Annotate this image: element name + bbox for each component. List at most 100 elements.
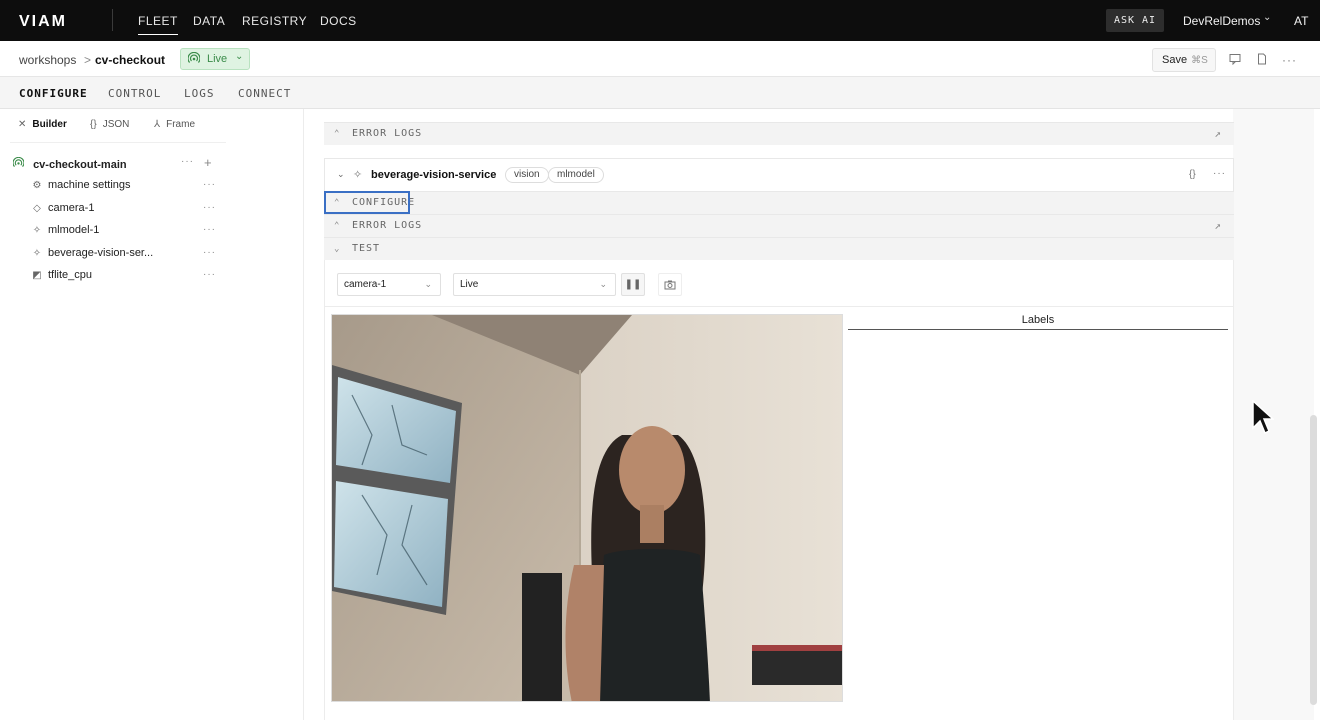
org-switcher[interactable]: DevRelDemos xyxy=(1183,14,1260,28)
config-panel: ⌃ ERROR LOGS ↗ ⌄ ✧ beverage-vision-servi… xyxy=(304,109,1320,720)
add-icon[interactable]: + xyxy=(204,155,212,170)
external-link-icon[interactable]: ↗ xyxy=(1214,215,1222,237)
section-label: ERROR LOGS xyxy=(352,220,423,231)
more-options-icon[interactable]: ··· xyxy=(1282,53,1296,67)
camera-frame-image xyxy=(332,315,842,701)
more-options-icon[interactable]: ··· xyxy=(203,224,216,235)
sparkle-icon: ✧ xyxy=(32,225,42,236)
camera-stream xyxy=(331,314,843,702)
section-configure-row[interactable]: ⌃ xyxy=(324,191,1234,214)
tree-item-label: camera-1 xyxy=(48,202,95,214)
top-navigation-bar: VIAM FLEET DATA REGISTRY DOCS ASK AI Dev… xyxy=(0,0,1320,41)
more-options-icon[interactable]: ··· xyxy=(181,156,194,167)
tree-item-label: beverage-vision-ser... xyxy=(48,247,154,259)
section-configure[interactable]: ⌃ CONFIGURE xyxy=(324,191,414,214)
mode-json-label: JSON xyxy=(102,119,130,130)
section-error-logs[interactable]: ⌃ ERROR LOGS ↗ xyxy=(324,214,1234,237)
more-options-icon[interactable]: ··· xyxy=(203,202,216,213)
labels-header: Labels xyxy=(848,314,1228,330)
mode-json[interactable]: {} JSON xyxy=(90,119,129,130)
status-label: Live xyxy=(207,53,228,65)
refresh-mode-value: Live xyxy=(460,279,479,290)
braces-icon: {} xyxy=(90,119,97,130)
mode-builder[interactable]: ✕ Builder xyxy=(18,119,67,130)
tree-root-machine[interactable]: cv-checkout-main xyxy=(12,156,127,171)
camera-select-value: camera-1 xyxy=(344,279,387,290)
mode-builder-label: Builder xyxy=(32,119,67,130)
nav-registry[interactable]: REGISTRY xyxy=(242,14,307,28)
nav-divider xyxy=(112,9,113,31)
collapse-icon: ⌄ xyxy=(334,244,341,254)
more-options-icon[interactable]: ··· xyxy=(203,179,216,190)
tree-item-mlmodel[interactable]: ✧ mlmodel-1 xyxy=(31,224,100,236)
status-badge[interactable]: Live ⌄ xyxy=(180,48,250,70)
sparkle-icon: ✧ xyxy=(353,169,363,181)
service-card-header[interactable]: ⌄ ✧ beverage-vision-service vision mlmod… xyxy=(324,158,1234,191)
ask-ai-button[interactable]: ASK AI xyxy=(1106,9,1164,32)
section-label: CONFIGURE xyxy=(352,197,416,208)
chevron-down-icon[interactable]: ⌄ xyxy=(1263,12,1271,23)
live-signal-icon xyxy=(12,156,27,171)
breadcrumb-current: cv-checkout xyxy=(95,53,166,67)
frame-icon: ⅄ xyxy=(154,119,161,130)
test-controls: camera-1 ⌄ Live ⌄ ❚❚ xyxy=(325,260,1233,307)
camera-icon xyxy=(664,280,676,290)
diamond-icon: ◇ xyxy=(33,203,41,214)
comment-icon[interactable] xyxy=(1228,53,1242,67)
save-shortcut: ⌘S xyxy=(1191,55,1208,66)
document-icon[interactable] xyxy=(1255,53,1269,67)
braces-icon[interactable]: {} xyxy=(1189,169,1196,180)
tab-control[interactable]: CONTROL xyxy=(108,87,161,100)
service-name: beverage-vision-service xyxy=(371,169,497,181)
nav-data[interactable]: DATA xyxy=(193,14,225,28)
tree-item-machine-settings[interactable]: ⚙ machine settings xyxy=(31,179,131,191)
tree-item-camera[interactable]: ◇ camera-1 xyxy=(31,202,94,214)
section-error-logs-previous[interactable]: ⌃ ERROR LOGS ↗ xyxy=(324,122,1234,145)
live-signal-icon xyxy=(187,51,201,67)
section-label: ERROR LOGS xyxy=(352,128,423,139)
mode-frame[interactable]: ⅄ Frame xyxy=(154,119,195,130)
pause-button[interactable]: ❚❚ xyxy=(621,273,645,296)
tag-mlmodel: mlmodel xyxy=(548,167,604,183)
breadcrumb-separator: > xyxy=(84,53,92,67)
refresh-mode-select[interactable]: Live ⌄ xyxy=(453,273,616,296)
sparkle-icon: ✧ xyxy=(32,248,42,259)
tab-connect[interactable]: CONNECT xyxy=(238,87,291,100)
chevron-down-icon: ⌄ xyxy=(599,279,607,289)
scrollbar[interactable] xyxy=(1310,415,1317,705)
section-label: TEST xyxy=(352,243,381,254)
mouse-cursor-icon xyxy=(1252,400,1274,435)
gear-icon: ⚙ xyxy=(32,180,42,191)
more-options-icon[interactable]: ··· xyxy=(203,247,216,258)
tree-item-vision-service[interactable]: ✧ beverage-vision-ser... xyxy=(31,247,153,259)
tag-vision: vision xyxy=(505,167,549,183)
expand-icon: ⌃ xyxy=(334,198,341,208)
nav-fleet[interactable]: FLEET xyxy=(138,14,178,35)
pause-icon: ❚❚ xyxy=(624,279,642,290)
divider xyxy=(10,142,226,143)
tree-item-label: machine settings xyxy=(48,179,131,191)
machine-header: workshops > cv-checkout Live ⌄ Save ⌘S ··… xyxy=(0,41,1320,77)
machine-tabs: CONFIGURE CONTROL LOGS CONNECT xyxy=(0,77,1320,109)
section-test[interactable]: ⌄ TEST xyxy=(324,237,1234,260)
snapshot-button[interactable] xyxy=(658,273,682,296)
tab-logs[interactable]: LOGS xyxy=(184,87,215,100)
tree-item-module[interactable]: ◩ tflite_cpu xyxy=(31,269,92,281)
viam-logo[interactable]: VIAM xyxy=(19,12,87,28)
save-button[interactable]: Save ⌘S xyxy=(1152,48,1216,72)
chevron-down-icon: ⌄ xyxy=(235,51,244,62)
more-options-icon[interactable]: ··· xyxy=(1213,168,1226,179)
camera-select[interactable]: camera-1 ⌄ xyxy=(337,273,441,296)
user-avatar[interactable]: AT xyxy=(1294,14,1308,28)
tab-configure[interactable]: CONFIGURE xyxy=(19,87,88,100)
svg-text:VIAM: VIAM xyxy=(19,13,67,28)
external-link-icon[interactable]: ↗ xyxy=(1214,123,1222,145)
expand-icon: ⌃ xyxy=(334,221,341,231)
more-options-icon[interactable]: ··· xyxy=(203,269,216,280)
tree-item-label: tflite_cpu xyxy=(48,269,93,281)
sidebar: ✕ Builder {} JSON ⅄ Frame cv-checkout-main … xyxy=(0,109,304,720)
nav-docs[interactable]: DOCS xyxy=(320,14,357,28)
chevron-down-icon[interactable]: ⌄ xyxy=(337,169,345,180)
breadcrumb-parent[interactable]: workshops xyxy=(19,53,76,67)
test-panel: camera-1 ⌄ Live ⌄ ❚❚ Labels xyxy=(324,260,1234,720)
